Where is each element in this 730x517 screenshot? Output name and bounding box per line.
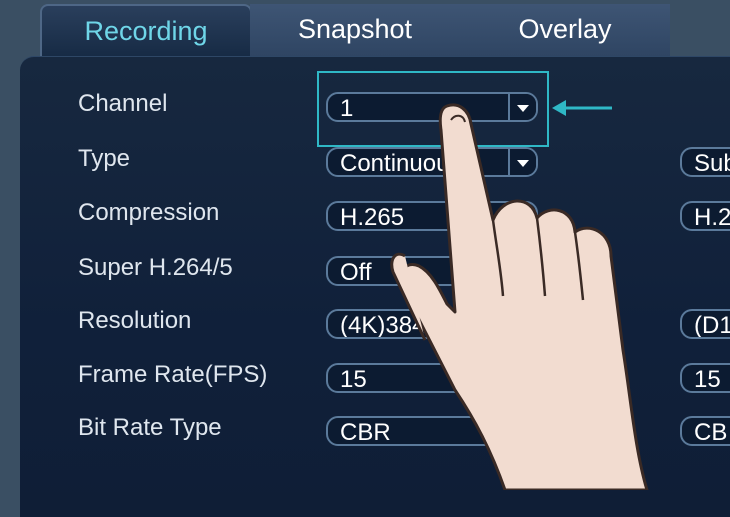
sub-frame-rate-value: 15 xyxy=(694,366,721,393)
bit-rate-type-label: Bit Rate Type xyxy=(78,414,222,441)
sub-frame-rate-select[interactable]: 15 xyxy=(680,363,730,393)
super-h264-value: Off xyxy=(340,259,372,286)
sub-compression-select[interactable]: H.2 xyxy=(680,201,730,231)
sub-resolution-select[interactable]: (D1 xyxy=(680,309,730,339)
frame-rate-value: 15 xyxy=(340,366,367,393)
super-h264-label: Super H.264/5 xyxy=(78,254,233,281)
sub-type-value: Sub xyxy=(694,150,730,177)
sub-bit-rate-type-select[interactable]: CB xyxy=(680,416,730,446)
tab-recording[interactable]: Recording xyxy=(40,4,252,58)
sub-bit-rate-type-value: CB xyxy=(694,419,728,446)
frame-rate-label: Frame Rate(FPS) xyxy=(78,361,268,388)
pointing-hand-icon xyxy=(390,103,649,490)
compression-label: Compression xyxy=(78,199,220,226)
resolution-label: Resolution xyxy=(78,307,192,334)
tab-overlay[interactable]: Overlay xyxy=(460,4,670,56)
type-label: Type xyxy=(78,145,131,172)
tab-bar: Recording Snapshot Overlay xyxy=(40,0,670,58)
tab-snapshot[interactable]: Snapshot xyxy=(250,4,460,56)
channel-label: Channel xyxy=(78,90,168,117)
sub-type-select[interactable]: Sub xyxy=(680,147,730,177)
sub-compression-value: H.2 xyxy=(694,204,730,231)
bit-rate-type-value: CBR xyxy=(340,419,391,446)
sub-resolution-value: (D1 xyxy=(694,312,730,339)
